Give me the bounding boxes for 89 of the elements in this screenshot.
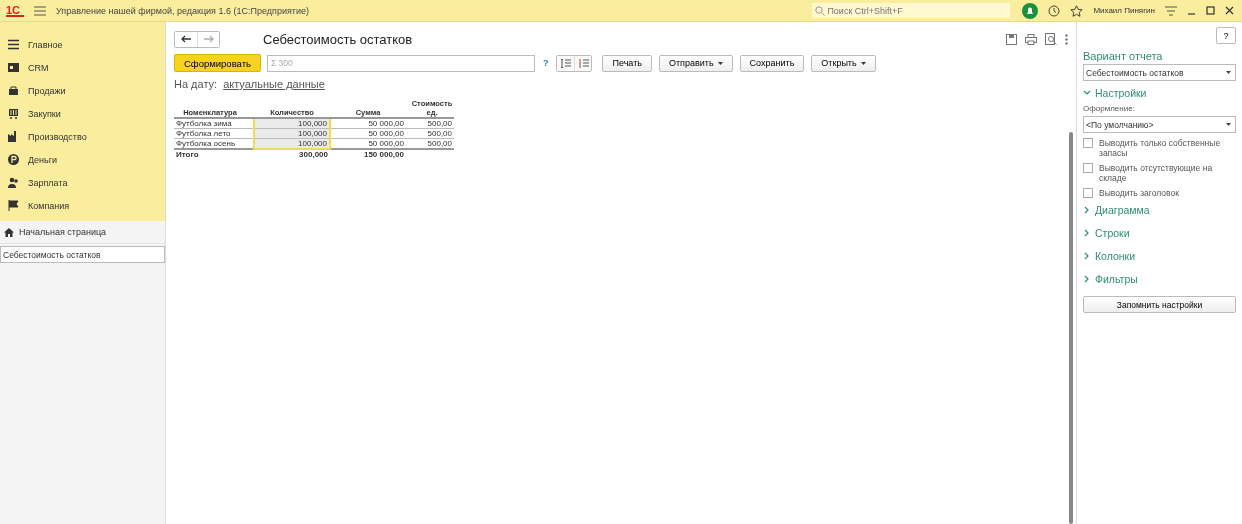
preview-icon[interactable] — [1045, 33, 1057, 45]
save-settings-button[interactable]: Запомнить настройки — [1083, 296, 1236, 313]
settings-group-header[interactable]: Диаграмма — [1083, 198, 1236, 221]
chevron-icon — [1083, 88, 1091, 97]
flag-icon — [8, 200, 19, 211]
more-icon[interactable] — [1065, 33, 1068, 45]
checkbox[interactable] — [1083, 188, 1093, 198]
total-cell: 150 000,00 — [363, 150, 404, 159]
menu-icon — [8, 39, 19, 50]
settings-group-header[interactable]: Колонки — [1083, 244, 1236, 267]
sidebar-item[interactable]: Зарплата — [0, 171, 165, 194]
search-icon — [815, 5, 826, 16]
tree-expand-icon — [560, 57, 572, 69]
app-logo: 1С — [6, 4, 24, 17]
checkbox-label: Выводить только собственные запасы — [1099, 138, 1222, 158]
table-cell: 500,00 — [406, 138, 454, 149]
tree-collapse-icon — [577, 57, 589, 69]
design-label: Оформление: — [1083, 104, 1136, 113]
chevron-icon — [1083, 274, 1091, 283]
toolbar-button[interactable]: Сохранить — [739, 54, 805, 72]
total-cell: Итого — [176, 150, 199, 159]
search-field[interactable]: Поиск Ctrl+Shift+F — [812, 3, 1011, 18]
table-cell: 500,00 — [406, 128, 454, 139]
collapse-rows-button[interactable] — [574, 55, 592, 71]
people-icon — [8, 177, 19, 188]
table-cell: 100,000 — [254, 118, 330, 129]
window-title: Управление нашей фирмой, редакция 1.6 (1С:Предприятие) — [56, 5, 310, 16]
date-label: На дату: — [174, 78, 218, 90]
table-cell: 50 000,00 — [330, 138, 406, 149]
variant-select[interactable]: Себестоимость остатков — [1083, 64, 1236, 81]
chevron-icon — [1083, 205, 1091, 214]
coin-icon — [8, 154, 19, 165]
settings-group-header[interactable]: Фильтры — [1083, 267, 1236, 290]
chevron-icon — [1083, 228, 1091, 237]
sidebar-item[interactable]: CRM — [0, 56, 165, 79]
card-icon — [8, 62, 19, 73]
save-icon[interactable] — [1006, 33, 1017, 45]
checkbox[interactable] — [1083, 138, 1093, 148]
filter-icon[interactable] — [1165, 5, 1177, 16]
sidebar-item[interactable]: Компания — [0, 194, 165, 217]
right-arrow-icon — [203, 35, 214, 43]
sidebar-item[interactable]: Закупки — [0, 102, 165, 125]
caret-icon — [860, 61, 866, 65]
bag-icon — [8, 85, 19, 96]
bell-icon[interactable] — [1022, 2, 1039, 19]
sidebar-item[interactable]: Главное — [0, 33, 165, 56]
expand-rows-button[interactable] — [557, 55, 575, 71]
open-page-tab[interactable]: Начальная страница — [0, 221, 165, 244]
close-icon[interactable] — [1225, 6, 1234, 15]
help-button[interactable]: ? — [1216, 27, 1236, 44]
date-link[interactable]: актуальные данные — [223, 78, 325, 90]
caret-icon — [717, 61, 723, 65]
table-cell: 50 000,00 — [330, 128, 406, 139]
total-cell: 300,000 — [299, 150, 328, 159]
factory-icon — [8, 131, 19, 142]
printer-icon[interactable] — [1025, 33, 1037, 45]
settings-group-header[interactable]: Настройки — [1083, 81, 1236, 104]
table-cell: 500,00 — [406, 118, 454, 129]
design-select[interactable]: <По умолчанию> — [1083, 116, 1236, 133]
star-icon[interactable] — [1070, 4, 1084, 17]
variant-label: Вариант отчета — [1083, 50, 1164, 62]
table-cell: 50 000,00 — [330, 118, 406, 129]
checkbox-label: Выводить отсутствующие на складе — [1099, 163, 1214, 183]
cart-icon — [8, 108, 19, 119]
settings-group-header[interactable]: Строки — [1083, 221, 1236, 244]
scrollbar-thumb[interactable] — [1069, 132, 1073, 524]
chevron-icon — [1083, 251, 1091, 260]
sidebar-item[interactable]: Продажи — [0, 79, 165, 102]
sidebar-item[interactable]: Производство — [0, 125, 165, 148]
sidebar-item[interactable]: Деньги — [0, 148, 165, 171]
toolbar-button[interactable]: Открыть — [811, 54, 876, 72]
table-cell: 100,000 — [254, 138, 330, 149]
caret-icon — [1226, 123, 1231, 126]
caret-icon — [1226, 71, 1231, 74]
menu-icon[interactable] — [34, 5, 46, 16]
user-name[interactable]: Михаил Пинягин — [1093, 6, 1155, 15]
report-title: Себестоимость остатков — [263, 31, 413, 47]
generate-button[interactable]: Сформировать — [174, 54, 261, 72]
history-icon[interactable] — [1048, 4, 1061, 17]
toolbar-button[interactable]: Отправить — [658, 54, 733, 72]
home-icon — [4, 227, 14, 237]
maximize-icon[interactable] — [1206, 6, 1215, 15]
open-page-tab[interactable]: Себестоимость остатков — [0, 246, 165, 263]
left-arrow-icon — [181, 35, 191, 43]
help-link[interactable]: ? — [542, 58, 549, 68]
toolbar-button[interactable]: Печать — [602, 54, 652, 72]
table-cell: 100,000 — [254, 128, 330, 139]
checkbox[interactable] — [1083, 163, 1093, 173]
checkbox-label: Выводить заголовок — [1099, 188, 1179, 198]
